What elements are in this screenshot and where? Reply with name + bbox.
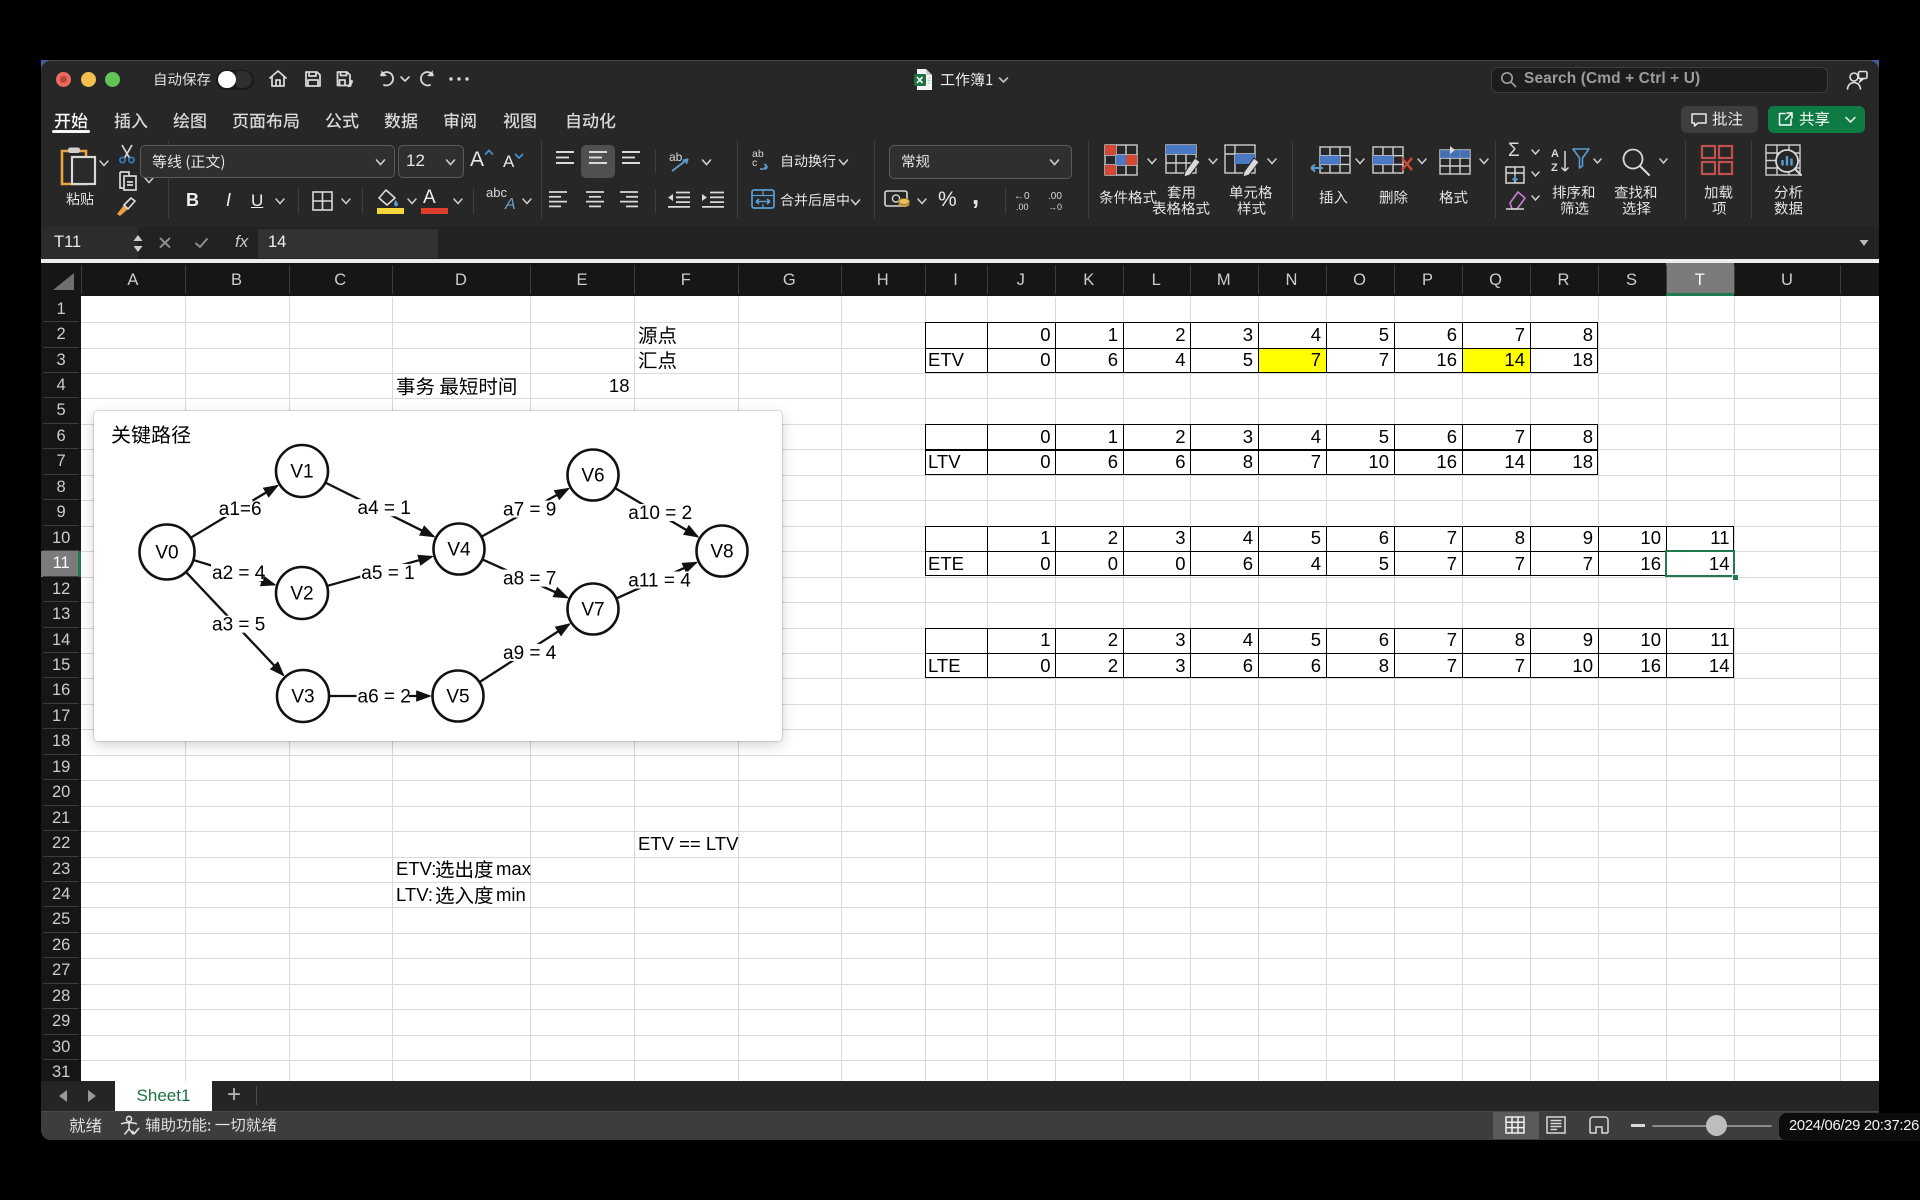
svg-text:.00: .00 (1016, 202, 1029, 212)
svg-text:a7 = 9: a7 = 9 (503, 500, 556, 521)
svg-text:.00: .00 (1048, 191, 1062, 202)
svg-text:V0: V0 (155, 543, 178, 564)
svg-text:V5: V5 (446, 687, 469, 708)
svg-text:V1: V1 (290, 462, 313, 483)
svg-text:a9 = 4: a9 = 4 (503, 643, 557, 664)
svg-text:a8 = 7: a8 = 7 (503, 569, 556, 590)
svg-text:V3: V3 (291, 687, 314, 708)
svg-text:←0: ←0 (1014, 191, 1030, 202)
svg-text:V8: V8 (710, 542, 733, 563)
svg-text:a3 = 5: a3 = 5 (212, 615, 265, 636)
svg-text:a10 = 2: a10 = 2 (628, 503, 692, 524)
svg-text:a11 = 4: a11 = 4 (628, 571, 691, 592)
svg-text:V2: V2 (290, 584, 313, 605)
svg-text:V6: V6 (581, 466, 604, 487)
svg-text:ab: ab (669, 150, 683, 164)
svg-text:a5 = 1: a5 = 1 (361, 563, 414, 584)
svg-text:V7: V7 (581, 600, 604, 621)
svg-text:a6 = 2: a6 = 2 (358, 687, 411, 708)
svg-text:→0: →0 (1048, 202, 1062, 212)
svg-text:c: c (752, 157, 757, 169)
svg-text:a2 = 4: a2 = 4 (212, 563, 266, 584)
svg-text:V4: V4 (447, 540, 471, 561)
svg-text:A: A (1551, 148, 1559, 160)
svg-text:a4 = 1: a4 = 1 (358, 498, 411, 519)
svg-text:a1=6: a1=6 (219, 499, 262, 520)
svg-text:Z: Z (1551, 162, 1558, 174)
